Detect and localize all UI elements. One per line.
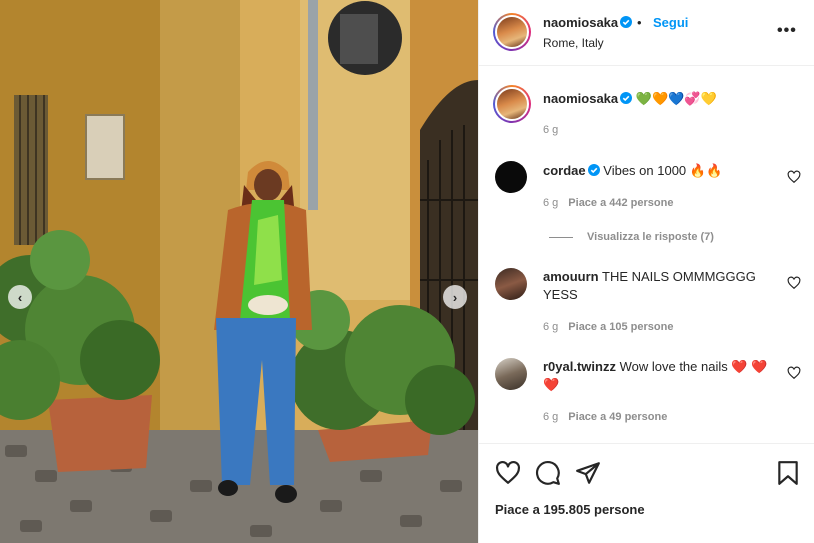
- comment-like-heart-icon[interactable]: [787, 366, 801, 380]
- post-viewer: ‹ › naomiosaka • Segui Rome, Italy ••• n…: [0, 0, 814, 543]
- comment-avatar[interactable]: [495, 161, 527, 193]
- previous-photo-button[interactable]: ‹: [8, 285, 32, 309]
- comment-meta: 6 g Piace a 442 persone: [543, 197, 673, 209]
- next-photo-button[interactable]: ›: [443, 285, 467, 309]
- comment-avatar[interactable]: [495, 358, 527, 390]
- comment-meta: 6 g Piace a 105 persone: [543, 321, 673, 333]
- comment-likes[interactable]: Piace a 442 persone: [568, 197, 673, 209]
- bookmark-icon[interactable]: [775, 460, 801, 486]
- comment-username[interactable]: r0yal.twinzz: [543, 359, 616, 374]
- post-side-panel: naomiosaka • Segui Rome, Italy ••• naomi…: [478, 0, 814, 543]
- photo-scene: [0, 0, 478, 543]
- verified-badge-icon: [620, 92, 633, 104]
- comment-3: r0yal.twinzz Wow love the nails ❤️ ❤️❤️: [543, 358, 781, 394]
- comment-meta: 6 g Piace a 49 persone: [543, 411, 667, 423]
- caption-text: 💚🧡💙💞💛: [635, 91, 717, 106]
- chevron-left-icon: ‹: [17, 289, 23, 305]
- comment-2: amouurn THE NAILS OMMMGGGG YESS: [543, 268, 781, 304]
- comment-1: cordae Vibes on 1000 🔥🔥: [543, 162, 781, 180]
- post-likes-count[interactable]: Piace a 195.805 persone: [495, 502, 645, 517]
- comment-username[interactable]: cordae: [543, 163, 586, 178]
- header-separator: •: [637, 15, 642, 30]
- view-replies-button[interactable]: Visualizza le risposte (7): [549, 231, 714, 243]
- comment-avatar[interactable]: [495, 268, 527, 300]
- paper-plane-icon[interactable]: [575, 460, 601, 486]
- verified-badge-icon: [587, 164, 600, 176]
- comment-time[interactable]: 6 g: [543, 197, 558, 209]
- comment-likes[interactable]: Piace a 105 persone: [568, 321, 673, 333]
- comment-time[interactable]: 6 g: [543, 411, 558, 423]
- post-actions: Piace a 195.805 persone: [479, 443, 814, 543]
- caption-username[interactable]: naomiosaka: [543, 91, 618, 106]
- author-avatar[interactable]: [493, 13, 531, 51]
- comment-text: Vibes on 1000 🔥🔥: [603, 163, 723, 178]
- comment-time[interactable]: 6 g: [543, 321, 558, 333]
- post-photo[interactable]: ‹ ›: [0, 0, 478, 543]
- caption: naomiosaka 💚🧡💙💞💛: [543, 90, 717, 108]
- comment-username[interactable]: amouurn: [543, 269, 599, 284]
- comment-like-heart-icon[interactable]: [787, 170, 801, 184]
- caption-time[interactable]: 6 g: [543, 124, 558, 136]
- verified-badge-icon: [620, 16, 633, 28]
- comment-icon[interactable]: [535, 460, 561, 486]
- author-username[interactable]: naomiosaka: [543, 15, 633, 30]
- post-header: naomiosaka • Segui Rome, Italy •••: [479, 0, 814, 66]
- comment-like-heart-icon[interactable]: [787, 276, 801, 290]
- follow-button[interactable]: Segui: [653, 15, 688, 30]
- comment-likes[interactable]: Piace a 49 persone: [568, 411, 667, 423]
- heart-icon[interactable]: [495, 460, 521, 486]
- caption-author-avatar[interactable]: [493, 85, 531, 123]
- replies-divider: [549, 236, 573, 238]
- more-options-button[interactable]: •••: [777, 22, 797, 40]
- post-location[interactable]: Rome, Italy: [543, 36, 604, 50]
- chevron-right-icon: ›: [452, 289, 458, 305]
